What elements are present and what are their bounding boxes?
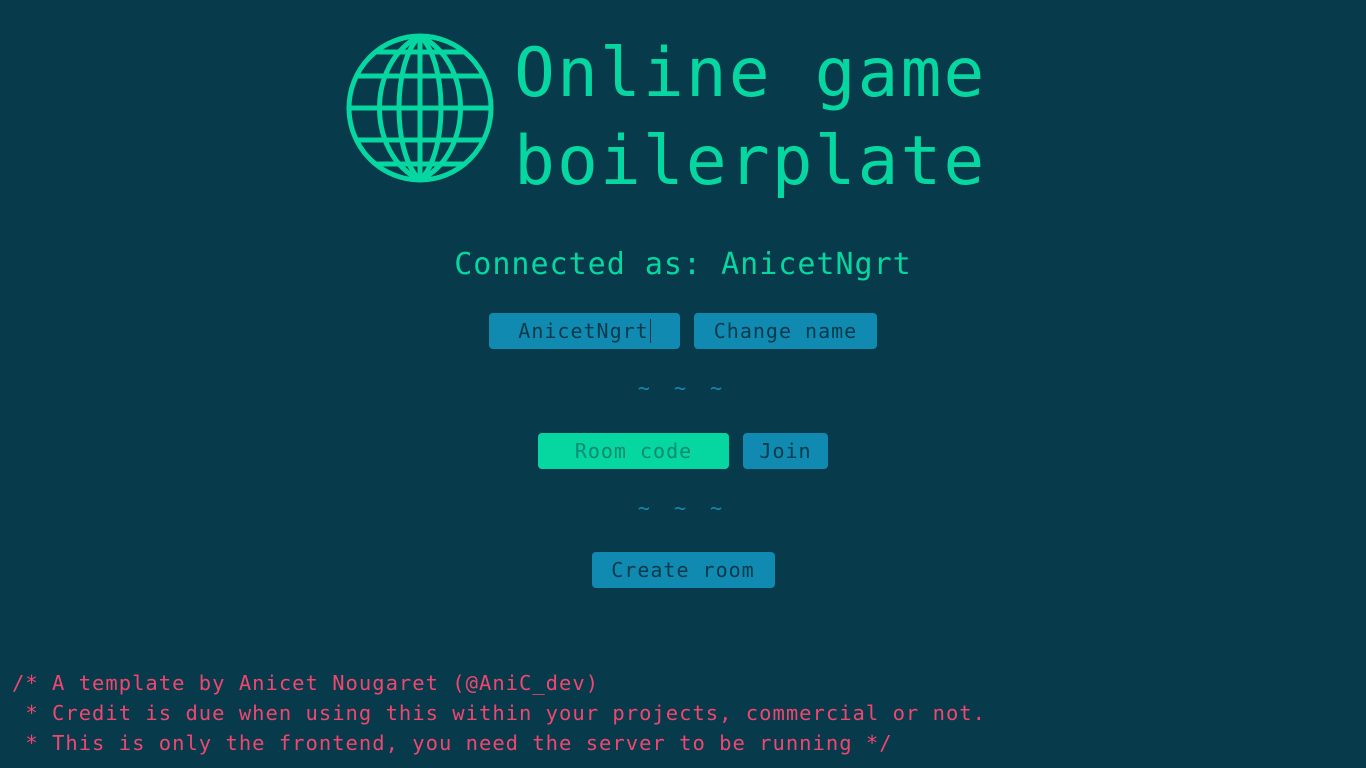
separator: ~ ~ ~ <box>637 496 729 520</box>
title-line-2: boilerplate <box>514 122 987 201</box>
footer-line-3: * This is only the frontend, you need th… <box>12 731 893 755</box>
room-code-placeholder: Room code <box>574 439 693 463</box>
connected-status: Connected as: AnicetNgrt <box>454 247 912 282</box>
join-button[interactable]: Join <box>743 433 828 469</box>
header: Online game boilerplate <box>346 30 986 206</box>
footer-comment: /* A template by Anicet Nougaret (@AniC_… <box>12 668 986 758</box>
create-form: Create room <box>0 552 1366 588</box>
globe-icon <box>346 33 494 183</box>
title-line-1: Online game <box>514 34 987 113</box>
join-form: Room code Join <box>0 433 1366 469</box>
name-input-value: AnicetNgrt <box>518 319 649 343</box>
name-input[interactable]: AnicetNgrt <box>489 313 680 349</box>
separator: ~ ~ ~ <box>637 376 729 400</box>
create-room-button[interactable]: Create room <box>591 552 775 588</box>
page: Online game boilerplate Connected as: An… <box>0 0 1366 768</box>
page-title: Online game boilerplate <box>514 30 986 206</box>
change-name-button[interactable]: Change name <box>694 313 877 349</box>
text-caret <box>649 319 651 343</box>
name-form: AnicetNgrt Change name <box>0 313 1366 349</box>
footer-line-1: /* A template by Anicet Nougaret (@AniC_… <box>12 671 600 695</box>
footer-line-2: * Credit is due when using this within y… <box>12 701 986 725</box>
room-code-input[interactable]: Room code <box>538 433 729 469</box>
